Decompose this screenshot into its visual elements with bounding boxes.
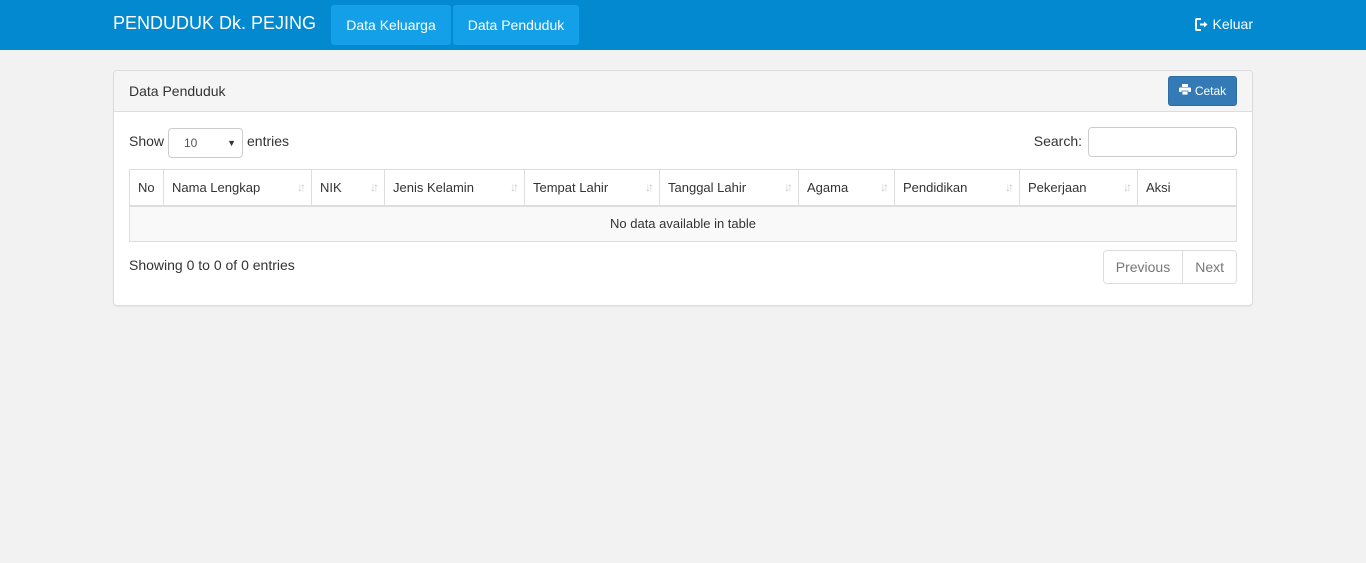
show-label: Show (129, 133, 165, 149)
column-header-nama-lengkap[interactable]: Nama Lengkap ↓↑ (163, 169, 312, 207)
pagination: Previous Next (1102, 250, 1237, 284)
entries-value: 10 (184, 136, 198, 150)
data-penduduk-panel: Data Penduduk Cetak Show 10 ▼ entries Se… (113, 70, 1253, 306)
panel-title: Data Penduduk (129, 83, 226, 99)
print-button[interactable]: Cetak (1168, 76, 1237, 106)
entries-per-page-select[interactable]: 10 ▼ (168, 128, 243, 158)
table-info: Showing 0 to 0 of 0 entries (129, 257, 295, 273)
column-header-pekerjaan[interactable]: Pekerjaan ↓↑ (1019, 169, 1138, 207)
sign-out-icon (1194, 17, 1209, 31)
sort-icon: ↓↑ (510, 180, 519, 194)
column-header-tempat-lahir[interactable]: Tempat Lahir ↓↑ (524, 169, 660, 207)
top-navbar: PENDUDUK Dk. PEJING Data Keluarga Data P… (0, 0, 1366, 50)
sort-icon: ↓↑ (370, 180, 379, 194)
sort-icon: ↓↑ (880, 180, 889, 194)
search-input[interactable] (1088, 127, 1237, 157)
column-header-tanggal-lahir[interactable]: Tanggal Lahir ↓↑ (659, 169, 799, 207)
search-label: Search: (1033, 133, 1082, 149)
entries-label: entries (247, 133, 290, 149)
caret-down-icon: ▼ (227, 138, 236, 148)
column-header-pendidikan[interactable]: Pendidikan ↓↑ (894, 169, 1020, 207)
column-header-no[interactable]: No (129, 169, 164, 207)
nav-data-penduduk[interactable]: Data Penduduk (453, 5, 579, 45)
table-row: No data available in table (129, 205, 1237, 242)
column-header-agama[interactable]: Agama ↓↑ (798, 169, 895, 207)
print-icon (1178, 84, 1191, 98)
logout-label: Keluar (1212, 16, 1253, 32)
column-header-nik[interactable]: NIK ↓↑ (311, 169, 385, 207)
logout-link[interactable]: Keluar (1194, 16, 1253, 32)
nav-data-keluarga[interactable]: Data Keluarga (331, 5, 451, 45)
print-label: Cetak (1194, 84, 1227, 98)
sort-icon: ↓↑ (784, 180, 793, 194)
column-header-jenis-kelamin[interactable]: Jenis Kelamin ↓↑ (384, 169, 525, 207)
penduduk-table: No Nama Lengkap ↓↑ NIK ↓↑ Jenis Kelamin ↓↑ … (129, 169, 1237, 242)
previous-button[interactable]: Previous (1103, 251, 1184, 283)
panel-heading: Data Penduduk Cetak (114, 71, 1252, 112)
sort-icon: ↓↑ (297, 180, 306, 194)
column-header-aksi: Aksi (1137, 169, 1237, 207)
empty-table-message: No data available in table (129, 205, 1237, 242)
sort-icon: ↓↑ (1123, 180, 1132, 194)
sort-icon: ↓↑ (1005, 180, 1014, 194)
next-button[interactable]: Next (1183, 251, 1236, 283)
sort-icon: ↓↑ (645, 180, 654, 194)
app-brand[interactable]: PENDUDUK Dk. PEJING (113, 13, 316, 34)
